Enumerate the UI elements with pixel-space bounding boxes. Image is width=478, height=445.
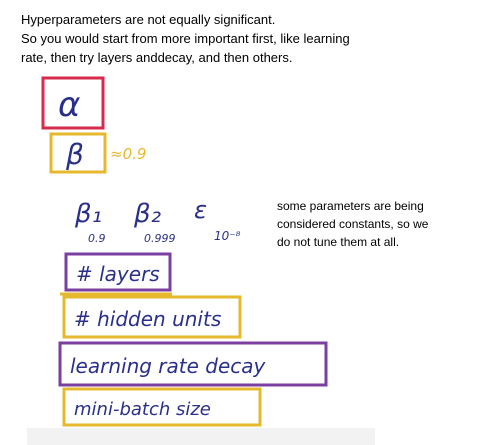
epsilon-value: 10⁻⁸ <box>214 229 241 243</box>
mini-batch-label: mini-batch size <box>74 399 211 420</box>
layers-label: # layers <box>76 262 160 286</box>
beta1-symbol: β₁ <box>74 199 102 229</box>
epsilon-symbol: ε <box>194 196 207 224</box>
lr-decay-label: learning rate decay <box>70 354 267 378</box>
side-note-line-2: considered constants, so we <box>277 217 429 231</box>
beta-note: ≈0.9 <box>110 145 146 163</box>
beta2-symbol: β₂ <box>133 199 161 229</box>
hidden-units-label: # hidden units <box>74 307 221 331</box>
bottom-shade <box>27 428 375 445</box>
side-note: some parameters are being considered con… <box>277 197 467 251</box>
side-note-line-1: some parameters are being <box>277 199 424 213</box>
beta1-value: 0.9 <box>88 232 106 245</box>
beta-symbol: β <box>65 138 84 171</box>
beta2-value: 0.999 <box>144 232 176 245</box>
side-note-line-3: do not tune them at all. <box>277 235 400 249</box>
alpha-symbol: α <box>58 85 80 125</box>
